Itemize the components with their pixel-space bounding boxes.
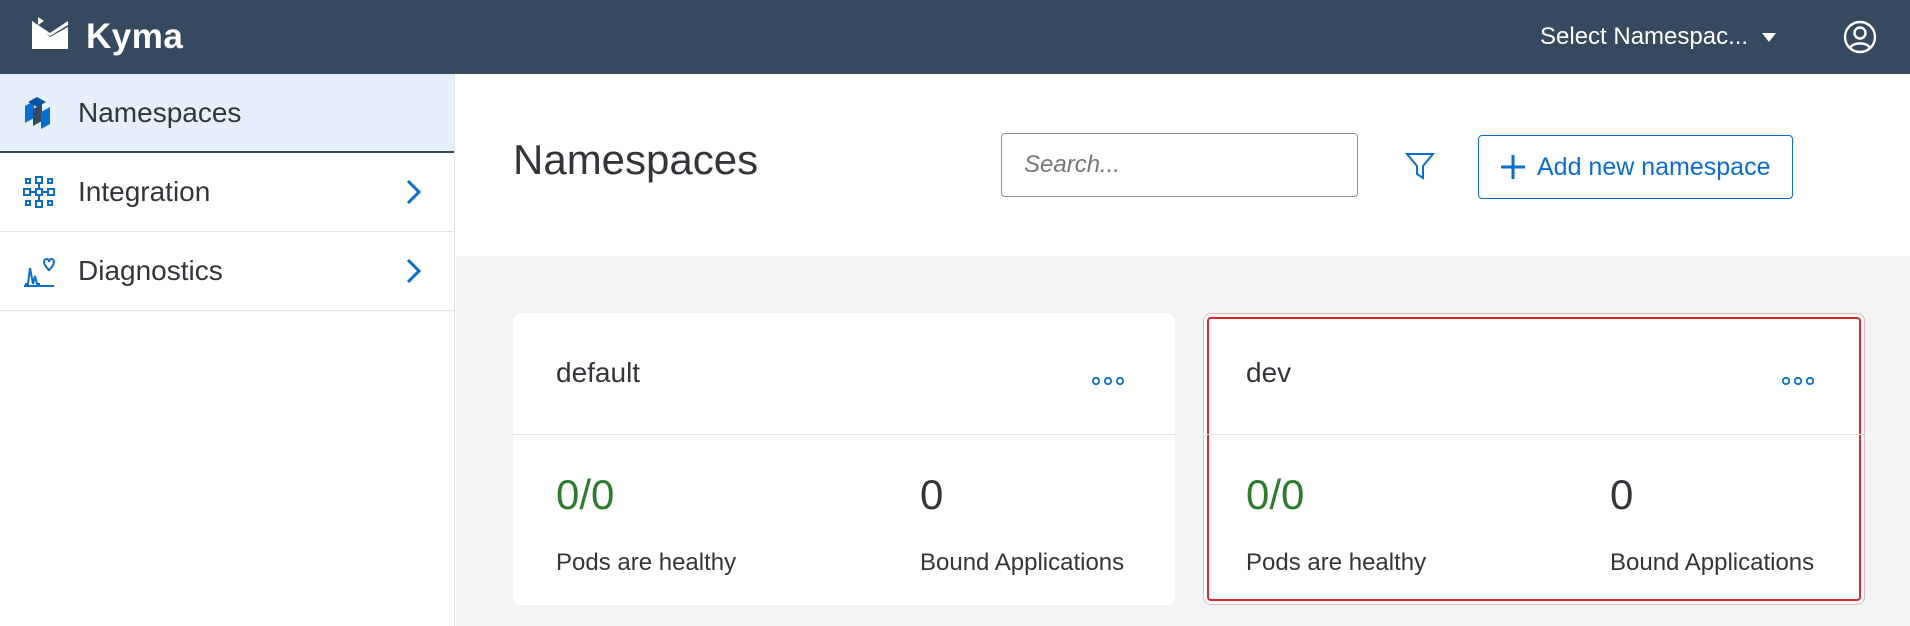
namespace-selector[interactable]: Select Namespac... — [1540, 18, 1777, 56]
namespace-selector-label: Select Namespac... — [1540, 23, 1749, 50]
brand-home-link[interactable]: Kyma — [28, 17, 183, 57]
bound-apps-value: 0 — [1610, 471, 1634, 518]
integration-icon — [22, 175, 56, 209]
diagnostics-icon — [22, 254, 56, 288]
overflow-dots-icon — [1091, 376, 1125, 386]
bound-apps-value: 0 — [920, 471, 944, 518]
sidebar-item-integration[interactable]: Integration — [0, 153, 454, 232]
page-title: Namespaces — [513, 136, 759, 183]
chevron-right-icon — [398, 256, 428, 286]
filter-button[interactable] — [1404, 150, 1436, 182]
card-title: default — [556, 357, 641, 388]
pods-health-label: Pods are healthy — [1246, 549, 1427, 576]
bound-apps-label: Bound Applications — [1610, 549, 1815, 576]
card-more-actions-button[interactable] — [1781, 373, 1815, 389]
pods-health-label: Pods are healthy — [556, 549, 737, 576]
namespace-card-dev[interactable]: dev 0/0 Pods are healthy 0 Bound Applica… — [1203, 313, 1865, 605]
sidebar-item-label: Diagnostics — [78, 255, 223, 286]
card-header: dev — [1203, 313, 1865, 435]
sidebar-item-label: Integration — [78, 176, 211, 207]
user-avatar-icon — [1843, 20, 1877, 54]
brand-name: Kyma — [86, 17, 184, 56]
card-title: dev — [1246, 357, 1292, 388]
sidebar-item-label: Namespaces — [78, 96, 242, 128]
namespaces-icon — [22, 96, 56, 130]
user-menu-button[interactable] — [1842, 19, 1878, 55]
card-more-actions-button[interactable] — [1091, 373, 1125, 389]
plus-icon — [1501, 155, 1525, 179]
namespace-card-default[interactable]: default 0/0 Pods are healthy 0 Bound App… — [513, 313, 1175, 605]
kyma-logo-icon — [32, 17, 68, 49]
filter-icon — [1404, 153, 1436, 180]
caret-down-icon — [1762, 32, 1777, 42]
pods-health-value: 0/0 — [556, 471, 615, 518]
search-input[interactable] — [1001, 133, 1358, 197]
add-namespace-button-label: Add new namespace — [1537, 152, 1771, 181]
sidebar-item-diagnostics[interactable]: Diagnostics — [0, 232, 454, 311]
sidebar: Namespaces Integration Diagnostics — [0, 74, 455, 626]
pods-health-value: 0/0 — [1246, 471, 1305, 518]
page-header: Namespaces Add new namespace — [456, 74, 1910, 256]
main-content: Namespaces Add new namespace default — [456, 74, 1910, 626]
sidebar-item-namespaces[interactable]: Namespaces — [0, 74, 454, 153]
overflow-dots-icon — [1781, 376, 1815, 386]
bound-apps-label: Bound Applications — [920, 549, 1125, 576]
add-namespace-button[interactable]: Add new namespace — [1478, 135, 1793, 199]
chevron-right-icon — [398, 177, 428, 207]
card-header: default — [513, 313, 1175, 435]
shell-bar: Kyma Select Namespac... — [0, 0, 1910, 74]
